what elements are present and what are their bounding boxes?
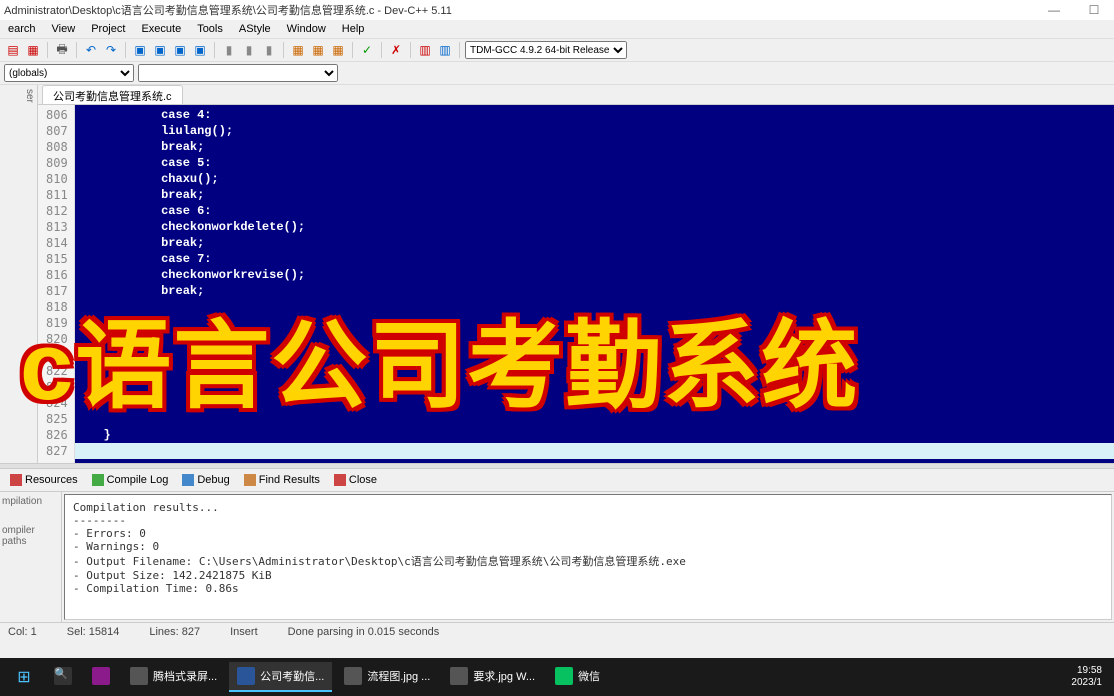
find-icon xyxy=(244,474,256,486)
status-bar: Col: 1 Sel: 15814 Lines: 827 Insert Done… xyxy=(0,622,1114,641)
menu-help[interactable]: Help xyxy=(338,22,369,36)
step-icon[interactable]: ▮ xyxy=(260,41,278,59)
window3-icon[interactable]: ▦ xyxy=(329,41,347,59)
check-icon[interactable]: ✓ xyxy=(358,41,376,59)
window2-icon[interactable]: ▦ xyxy=(309,41,327,59)
minimize-button[interactable]: — xyxy=(1034,0,1074,20)
chart2-icon[interactable]: ▥ xyxy=(436,41,454,59)
system-tray[interactable]: 19:58 2023/1 xyxy=(1071,665,1108,689)
bottom-left-panel: mpilation ompiler paths xyxy=(0,492,62,622)
tray-date: 2023/1 xyxy=(1071,677,1102,689)
redo-icon[interactable]: ↷ xyxy=(102,41,120,59)
tab-bar: 公司考勤信息管理系统.c xyxy=(38,85,1114,105)
title-bar: Administrator\Desktop\c语言公司考勤信息管理系统\公司考勤… xyxy=(0,0,1114,20)
separator xyxy=(47,42,48,58)
window-icon[interactable]: ▦ xyxy=(289,41,307,59)
task-item-devcpp[interactable]: 公司考勤信... xyxy=(229,662,332,692)
toolbar: ▤ ▦ 🖶 ↶ ↷ ▣ ▣ ▣ ▣ ▮ ▮ ▮ ▦ ▦ ▦ ✓ ✗ ▥ ▥ TD… xyxy=(0,39,1114,62)
separator xyxy=(459,42,460,58)
menu-execute[interactable]: Execute xyxy=(137,22,185,36)
separator xyxy=(352,42,353,58)
status-lines: Lines: 827 xyxy=(149,626,200,638)
delete-icon[interactable]: ✗ xyxy=(387,41,405,59)
tab-resources[interactable]: Resources xyxy=(4,472,84,488)
separator xyxy=(283,42,284,58)
separator xyxy=(381,42,382,58)
window-title: Administrator\Desktop\c语言公司考勤信息管理系统\公司考勤… xyxy=(4,2,452,18)
debug-icon[interactable]: ▮ xyxy=(220,41,238,59)
compile-log-output[interactable]: Compilation results... -------- - Errors… xyxy=(64,494,1112,620)
tab-debug[interactable]: Debug xyxy=(176,472,235,488)
taskbar: ⊞ 🔍 腾档式录屏... 公司考勤信... 流程图.jpg ... 要求.jpg… xyxy=(0,658,1114,696)
save-icon[interactable]: ▤ xyxy=(4,41,22,59)
status-sel: Sel: 15814 xyxy=(67,626,120,638)
menu-window[interactable]: Window xyxy=(283,22,330,36)
maximize-button[interactable]: ☐ xyxy=(1074,0,1114,20)
search-icon: 🔍 xyxy=(54,667,72,685)
status-parsing: Done parsing in 0.015 seconds xyxy=(288,626,440,638)
status-col: Col: 1 xyxy=(8,626,37,638)
close-icon xyxy=(334,474,346,486)
image-icon xyxy=(344,667,362,685)
window-controls: — ☐ xyxy=(1034,0,1114,20)
debug-icon xyxy=(182,474,194,486)
tab-compile-log[interactable]: Compile Log xyxy=(86,472,175,488)
menu-astyle[interactable]: AStyle xyxy=(235,22,275,36)
menu-search[interactable]: earch xyxy=(4,22,40,36)
undo-icon[interactable]: ↶ xyxy=(82,41,100,59)
task-item-1[interactable] xyxy=(84,662,118,692)
resources-icon xyxy=(10,474,22,486)
devcpp-icon xyxy=(237,667,255,685)
image-icon xyxy=(450,667,468,685)
menu-view[interactable]: View xyxy=(48,22,80,36)
task-item-wechat[interactable]: 微信 xyxy=(547,662,608,692)
tab-find-results[interactable]: Find Results xyxy=(238,472,326,488)
menu-bar: earch View Project Execute Tools AStyle … xyxy=(0,20,1114,39)
scope-row: (globals) xyxy=(0,62,1114,85)
start-button[interactable]: ⊞ xyxy=(6,662,42,692)
rebuild-icon[interactable]: ▣ xyxy=(191,41,209,59)
chart-icon[interactable]: ▥ xyxy=(416,41,434,59)
overlay-title: c语言公司考勤系统 xyxy=(20,288,1104,427)
recorder-icon xyxy=(130,667,148,685)
compiler-select[interactable]: TDM-GCC 4.9.2 64-bit Release xyxy=(465,41,627,59)
stop-icon[interactable]: ▮ xyxy=(240,41,258,59)
wechat-icon xyxy=(555,667,573,685)
compiler-paths-label: ompiler paths xyxy=(2,525,59,547)
save-all-icon[interactable]: ▦ xyxy=(24,41,42,59)
status-insert: Insert xyxy=(230,626,258,638)
task-search[interactable]: 🔍 xyxy=(46,662,80,692)
menu-project[interactable]: Project xyxy=(87,22,129,36)
tray-time: 19:58 xyxy=(1071,665,1102,677)
separator xyxy=(214,42,215,58)
app-icon xyxy=(92,667,110,685)
left-panel-label: ser xyxy=(24,89,35,103)
compile-log-icon xyxy=(92,474,104,486)
bottom-panel: mpilation ompiler paths Compilation resu… xyxy=(0,492,1114,622)
scope-select[interactable]: (globals) xyxy=(4,64,134,82)
print-icon[interactable]: 🖶 xyxy=(53,41,71,59)
bottom-tabs: Resources Compile Log Debug Find Results… xyxy=(0,469,1114,492)
tab-close[interactable]: Close xyxy=(328,472,383,488)
task-item-requirements[interactable]: 要求.jpg W... xyxy=(442,662,543,692)
separator xyxy=(125,42,126,58)
member-select[interactable] xyxy=(138,64,338,82)
separator xyxy=(410,42,411,58)
task-item-recorder[interactable]: 腾档式录屏... xyxy=(122,662,225,692)
task-item-flowchart[interactable]: 流程图.jpg ... xyxy=(336,662,438,692)
run-icon[interactable]: ▣ xyxy=(151,41,169,59)
separator xyxy=(76,42,77,58)
compilation-label: mpilation xyxy=(2,496,59,507)
menu-tools[interactable]: Tools xyxy=(193,22,227,36)
tab-label: 公司考勤信息管理系统.c xyxy=(53,91,172,103)
compile-icon[interactable]: ▣ xyxy=(131,41,149,59)
compile-run-icon[interactable]: ▣ xyxy=(171,41,189,59)
tab-file[interactable]: 公司考勤信息管理系统.c xyxy=(42,85,183,104)
